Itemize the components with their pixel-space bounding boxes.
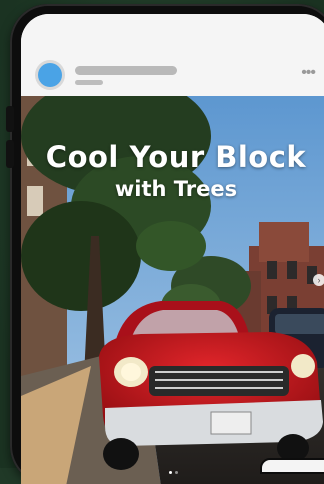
avatar[interactable] [35, 60, 65, 90]
post-image[interactable]: Cool Your Block with Trees › [21, 96, 324, 484]
headline-line2: with Trees [114, 177, 238, 201]
more-dots-icon[interactable]: ••• [301, 65, 316, 81]
carousel-dot[interactable] [175, 471, 178, 474]
post-meta-placeholder [75, 80, 103, 85]
headline-line1: Cool Your Block [45, 140, 307, 174]
author-name-placeholder[interactable] [75, 66, 177, 75]
post-header: ••• [21, 14, 324, 96]
phone-side-button [6, 106, 14, 132]
carousel-dot[interactable] [169, 471, 172, 474]
chevron-right-icon[interactable]: › [313, 274, 324, 286]
phone-screen: ••• Cool Your Block with Trees › [21, 14, 324, 484]
carousel-dots [169, 471, 178, 474]
avatar-image [38, 63, 62, 87]
headline: Cool Your Block with Trees [21, 140, 324, 202]
bottom-card-edge [260, 458, 324, 474]
phone-side-button [6, 140, 14, 168]
